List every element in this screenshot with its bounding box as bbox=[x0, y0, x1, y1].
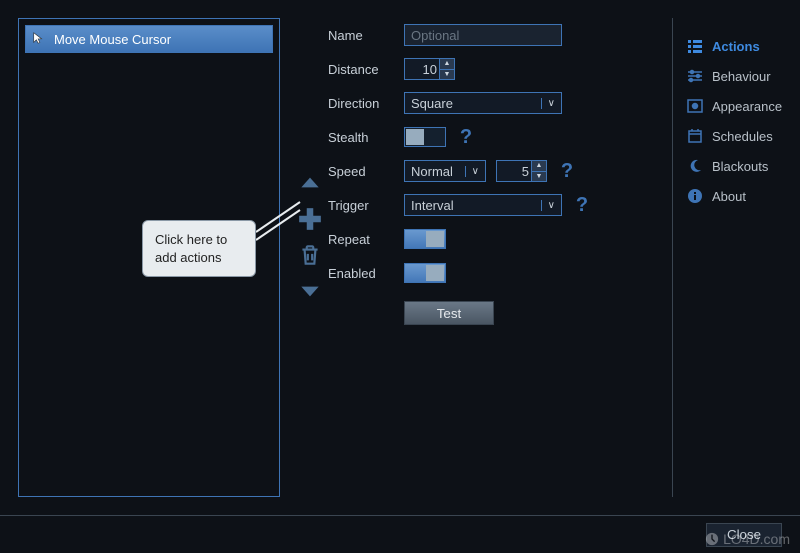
app-window: Move Mouse Cursor Click bbox=[0, 0, 800, 553]
spinner-up-icon[interactable]: ▲ bbox=[532, 161, 546, 172]
chevron-down-icon: ∨ bbox=[541, 200, 555, 211]
sliders-icon bbox=[687, 68, 703, 84]
action-item-label: Move Mouse Cursor bbox=[54, 32, 171, 47]
label-repeat: Repeat bbox=[328, 232, 394, 247]
nav-about[interactable]: About bbox=[687, 188, 786, 204]
row-distance: Distance ▲ ▼ bbox=[328, 56, 648, 82]
callout-pointer bbox=[256, 220, 302, 280]
select-speed-value: Normal bbox=[411, 164, 453, 179]
select-trigger[interactable]: Interval ∨ bbox=[404, 194, 562, 216]
appearance-icon bbox=[687, 98, 703, 114]
row-test: Test bbox=[328, 300, 648, 326]
spinner-up-icon[interactable]: ▲ bbox=[440, 59, 454, 70]
row-trigger: Trigger Interval ∨ ? bbox=[328, 192, 648, 218]
nav-appearance[interactable]: Appearance bbox=[687, 98, 786, 114]
spinner-speed[interactable]: ▲ ▼ bbox=[496, 160, 547, 182]
input-name[interactable] bbox=[404, 24, 562, 46]
action-item-move-mouse[interactable]: Move Mouse Cursor bbox=[25, 25, 273, 53]
row-repeat: Repeat bbox=[328, 226, 648, 252]
nav-label: Blackouts bbox=[712, 159, 768, 174]
label-distance: Distance bbox=[328, 62, 394, 77]
label-name: Name bbox=[328, 28, 394, 43]
calendar-icon bbox=[687, 128, 703, 144]
nav-schedules[interactable]: Schedules bbox=[687, 128, 786, 144]
nav-behaviour[interactable]: Behaviour bbox=[687, 68, 786, 84]
label-speed: Speed bbox=[328, 164, 394, 179]
label-direction: Direction bbox=[328, 96, 394, 111]
center-panel: Click here to add actions Name Distance … bbox=[292, 18, 660, 497]
spinner-down-icon[interactable]: ▼ bbox=[440, 70, 454, 80]
select-direction[interactable]: Square ∨ bbox=[404, 92, 562, 114]
list-icon bbox=[687, 38, 703, 54]
toggle-repeat[interactable] bbox=[404, 229, 446, 249]
right-nav-panel: Actions Behaviour Appearance Schedules bbox=[672, 18, 800, 497]
nav-label: Actions bbox=[712, 39, 760, 54]
help-icon[interactable]: ? bbox=[572, 195, 592, 215]
nav-label: About bbox=[712, 189, 746, 204]
help-icon[interactable]: ? bbox=[456, 127, 476, 147]
bottom-bar: Close bbox=[0, 515, 800, 553]
info-icon bbox=[687, 188, 703, 204]
nav-label: Appearance bbox=[712, 99, 782, 114]
row-enabled: Enabled bbox=[328, 260, 648, 286]
chevron-down-icon: ∨ bbox=[541, 98, 555, 109]
nav-actions[interactable]: Actions bbox=[687, 38, 786, 54]
spinner-distance-value[interactable] bbox=[405, 62, 439, 77]
hint-text: Click here to add actions bbox=[142, 220, 256, 277]
hint-callout: Click here to add actions bbox=[142, 220, 302, 280]
chevron-down-icon: ∨ bbox=[465, 166, 479, 177]
row-name: Name bbox=[328, 22, 648, 48]
toggle-stealth[interactable] bbox=[404, 127, 446, 147]
test-button[interactable]: Test bbox=[404, 301, 494, 325]
row-direction: Direction Square ∨ bbox=[328, 90, 648, 116]
select-speed[interactable]: Normal ∨ bbox=[404, 160, 486, 182]
row-stealth: Stealth ? bbox=[328, 124, 648, 150]
toggle-enabled[interactable] bbox=[404, 263, 446, 283]
help-icon[interactable]: ? bbox=[557, 161, 577, 181]
spinner-speed-value[interactable] bbox=[497, 164, 531, 179]
move-down-icon[interactable] bbox=[297, 278, 323, 304]
form-column: Name Distance ▲ ▼ Direction bbox=[328, 22, 648, 497]
select-direction-value: Square bbox=[411, 96, 453, 111]
label-stealth: Stealth bbox=[328, 130, 394, 145]
row-speed: Speed Normal ∨ ▲ ▼ ? bbox=[328, 158, 648, 184]
select-trigger-value: Interval bbox=[411, 198, 454, 213]
moon-icon bbox=[687, 158, 703, 174]
nav-blackouts[interactable]: Blackouts bbox=[687, 158, 786, 174]
label-enabled: Enabled bbox=[328, 266, 394, 281]
close-button[interactable]: Close bbox=[706, 523, 782, 547]
nav-label: Schedules bbox=[712, 129, 773, 144]
cursor-icon bbox=[32, 31, 46, 48]
spinner-distance[interactable]: ▲ ▼ bbox=[404, 58, 455, 80]
nav-label: Behaviour bbox=[712, 69, 771, 84]
label-trigger: Trigger bbox=[328, 198, 394, 213]
spinner-down-icon[interactable]: ▼ bbox=[532, 172, 546, 182]
main-area: Move Mouse Cursor Click bbox=[0, 0, 800, 515]
